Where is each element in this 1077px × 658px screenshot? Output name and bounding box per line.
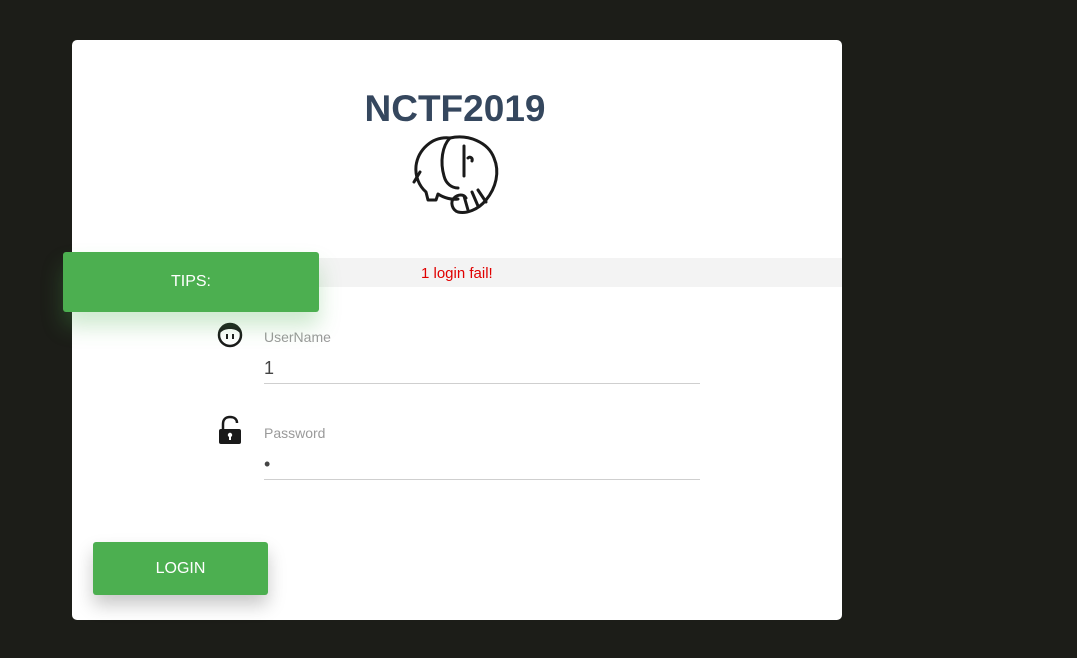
username-label: UserName: [264, 329, 331, 345]
tips-button[interactable]: TIPS:: [63, 252, 319, 312]
login-fail-message: 1 login fail!: [421, 265, 493, 282]
login-button[interactable]: LOGIN: [93, 542, 268, 595]
username-input[interactable]: [264, 353, 700, 384]
login-card: NCTF2019 1 login fail! UserName Password: [72, 40, 842, 620]
password-input[interactable]: [264, 449, 700, 480]
unlocked-padlock-icon: [219, 415, 241, 444]
page-title: NCTF2019: [364, 88, 546, 129]
elephant-icon: [412, 135, 499, 214]
password-label: Password: [264, 425, 326, 441]
user-face-icon: [217, 322, 243, 348]
